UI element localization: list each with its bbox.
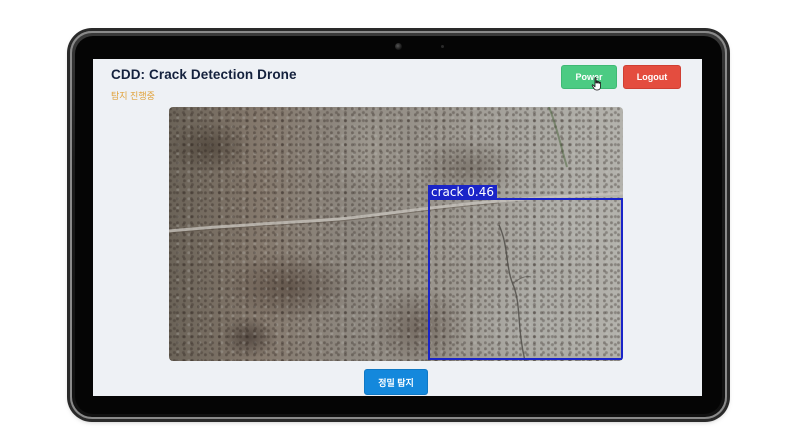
hand-pointer-icon <box>591 77 601 91</box>
logout-button[interactable]: Logout <box>623 65 681 89</box>
sensor-dot <box>441 45 444 48</box>
stage: CDD: Crack Detection Drone 탐지 진행중 Power … <box>0 0 793 446</box>
front-camera-icon <box>395 43 402 50</box>
detection-status: 탐지 진행중 <box>111 91 155 101</box>
app-title: CDD: Crack Detection Drone <box>111 67 297 82</box>
power-button[interactable]: Power <box>561 65 617 89</box>
detection-box <box>428 198 623 360</box>
camera-feed: crack 0.46 <box>169 107 623 361</box>
precision-inspect-button[interactable]: 정밀 탐지 <box>364 369 428 395</box>
detection-label: crack 0.46 <box>428 185 497 199</box>
app-screen: CDD: Crack Detection Drone 탐지 진행중 Power … <box>93 59 702 396</box>
